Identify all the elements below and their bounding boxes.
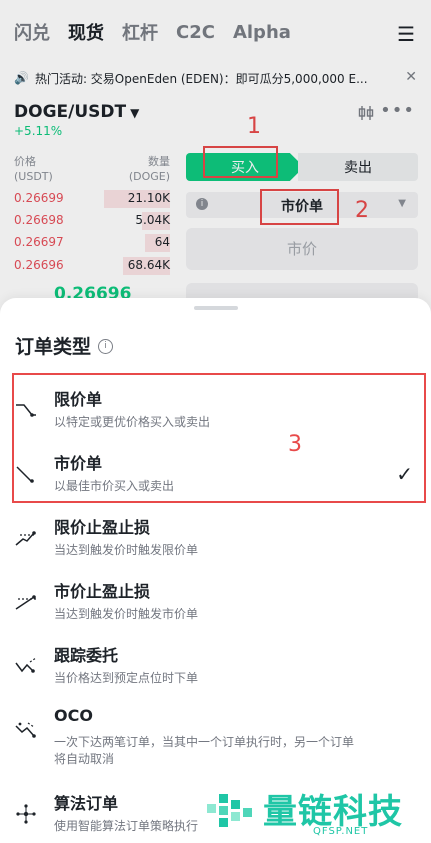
pair-selector[interactable]: DOGE/USDT ▼ (14, 102, 139, 122)
ask-price: 0.26697 (14, 235, 64, 249)
option-desc: 当价格达到预定点位时下单 (54, 671, 199, 685)
announcement-text: 热门活动: 交易OpenEden (EDEN)：即可瓜分5,000,000 E.… (34, 71, 368, 86)
option-stop-limit[interactable]: 限价止盈止损 当达到触发价时触发限价单 (0, 508, 431, 568)
price-header: 价格 (14, 155, 36, 168)
option-name: OCO (54, 706, 93, 725)
tab-c2c[interactable]: C2C (176, 22, 215, 43)
option-name: 跟踪委托 (54, 646, 119, 665)
option-name: 算法订单 (54, 794, 119, 813)
hamburger-icon[interactable]: ☰ (397, 22, 415, 46)
annotation-number-1: 1 (247, 114, 261, 139)
annotation-box-1 (203, 146, 278, 178)
sell-button[interactable]: 卖出 (298, 153, 418, 181)
speaker-icon: 🔊 (14, 71, 29, 85)
annotation-box-2 (260, 189, 339, 225)
market-price-field[interactable]: 市价 (186, 228, 418, 270)
price-unit: (USDT) (14, 170, 53, 183)
option-desc: 当达到触发价时触发限价单 (54, 543, 199, 557)
stop-market-icon (15, 595, 36, 610)
pair-symbol: DOGE/USDT (14, 102, 127, 122)
option-desc: 当达到触发价时触发市价单 (54, 607, 199, 621)
tab-alpha[interactable]: Alpha (233, 22, 291, 43)
announcement-bar[interactable]: 🔊 热门活动: 交易OpenEden (EDEN)：即可瓜分5,000,000 … (0, 64, 431, 92)
qty-unit: (DOGE) (128, 170, 170, 183)
ask-price: 0.26698 (14, 213, 64, 227)
ask-qty: 68.64K (127, 258, 170, 272)
option-desc: 使用智能算法订单策略执行 (54, 819, 199, 833)
ask-row[interactable]: 0.26699 21.10K (14, 188, 170, 210)
sheet-handle[interactable] (194, 306, 238, 310)
top-nav: 闪兑 现货 杠杆 C2C Alpha ☰ (0, 0, 431, 64)
option-trailing-stop[interactable]: 跟踪委托 当价格达到预定点位时下单 (0, 636, 431, 696)
watermark: 量链科技 QFSP.NET (205, 784, 427, 840)
option-name: 限价止盈止损 (54, 518, 151, 537)
ask-qty: 64 (154, 235, 170, 249)
price-change: +5.11% (14, 124, 63, 138)
annotation-number-3: 3 (288, 432, 302, 457)
sheet-title: 订单类型 (15, 336, 92, 358)
annotation-number-2: 2 (355, 198, 369, 223)
tab-margin[interactable]: 杠杆 (122, 19, 158, 45)
caret-down-icon: ▼ (130, 106, 140, 120)
trailing-stop-icon (15, 657, 37, 673)
option-stop-market[interactable]: 市价止盈止损 当达到触发价时触发市价单 (0, 572, 431, 632)
candlestick-chart-icon[interactable] (357, 104, 375, 126)
option-desc: 一次下达两笔订单，当其中一个订单执行时，另一个订单 (54, 735, 355, 749)
annotation-box-3 (12, 373, 426, 503)
tab-convert[interactable]: 闪兑 (14, 19, 50, 45)
algo-order-icon (16, 804, 36, 824)
ask-price: 0.26696 (14, 258, 64, 272)
stop-limit-icon (15, 531, 36, 546)
more-icon[interactable]: ••• (380, 100, 415, 121)
tab-spot[interactable]: 现货 (68, 19, 104, 45)
option-name: 市价止盈止损 (54, 582, 151, 601)
watermark-logo (207, 794, 252, 827)
ask-row[interactable]: 0.26698 5.04K (14, 210, 170, 232)
ask-row[interactable]: 0.26697 64 (14, 232, 170, 254)
option-desc-cont: 将自动取消 (54, 752, 115, 766)
ask-row[interactable]: 0.26696 68.64K (14, 255, 170, 277)
ask-qty: 5.04K (135, 213, 170, 227)
info-icon[interactable]: i (98, 339, 113, 354)
ask-qty: 21.10K (127, 191, 170, 205)
caret-down-icon: ▼ (398, 198, 406, 209)
watermark-url: QFSP.NET (313, 826, 369, 837)
oco-icon (15, 722, 36, 738)
ask-price: 0.26699 (14, 191, 64, 205)
qty-header: 数量 (148, 155, 170, 168)
close-icon[interactable]: ✕ (405, 69, 417, 85)
option-oco[interactable]: OCO 一次下达两笔订单，当其中一个订单执行时，另一个订单 将自动取消 (0, 700, 431, 774)
